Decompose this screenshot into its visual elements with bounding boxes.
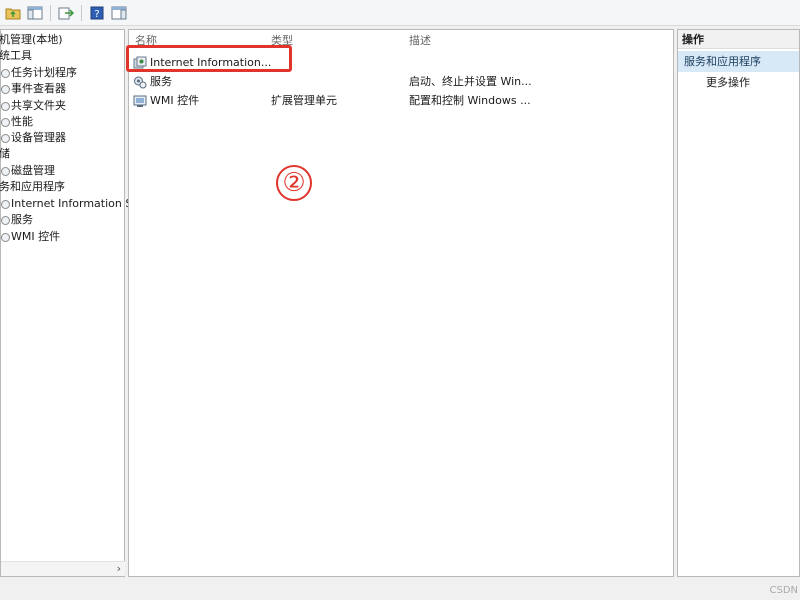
details-pane: 名称 类型 描述 Internet Information... 服务 启动、终…	[128, 29, 674, 577]
tree-item-performance[interactable]: 性能	[11, 114, 33, 130]
export-list-icon[interactable]	[57, 4, 75, 22]
tree-item-system-tools[interactable]: 统工具	[0, 48, 32, 64]
tree-item-services[interactable]: 服务	[11, 212, 33, 228]
actions-pane: 操作 服务和应用程序 更多操作	[677, 29, 800, 577]
list-row-services[interactable]: 服务 启动、终止并设置 Win...	[129, 73, 673, 91]
wmi-icon	[1, 233, 10, 242]
toolbar: ?	[0, 0, 800, 26]
show-hide-action-pane-icon[interactable]	[110, 4, 128, 22]
performance-icon	[1, 118, 10, 127]
services-icon	[134, 76, 147, 89]
console-tree-icon[interactable]	[26, 4, 44, 22]
up-folder-icon[interactable]	[4, 4, 22, 22]
wmi-icon	[133, 95, 147, 107]
row-type: 扩展管理单元	[271, 94, 337, 107]
tree-horizontal-scrollbar[interactable]: ›	[1, 561, 125, 576]
actions-title: 操作	[678, 30, 799, 49]
tree-item-event-viewer[interactable]: 事件查看器	[11, 81, 66, 97]
column-header-description[interactable]: 描述	[409, 34, 431, 48]
tree-item-iis[interactable]: Internet Information S	[11, 196, 132, 212]
toolbar-separator	[50, 4, 51, 21]
step-marker: ②	[276, 165, 312, 201]
help-icon[interactable]: ?	[88, 4, 106, 22]
tree-item-device-manager[interactable]: 设备管理器	[11, 130, 66, 146]
iis-icon	[1, 200, 10, 209]
watermark: CSDN	[769, 585, 798, 596]
toolbar-separator	[81, 4, 82, 21]
clock-icon	[1, 69, 10, 78]
list-row-wmi-control[interactable]: WMI 控件 扩展管理单元 配置和控制 Windows ...	[129, 92, 673, 110]
highlight-box	[126, 45, 292, 72]
actions-section-services-and-applications[interactable]: 服务和应用程序	[678, 51, 799, 72]
tree-item-task-scheduler[interactable]: 任务计划程序	[11, 65, 77, 81]
row-description: 启动、终止并设置 Win...	[409, 75, 532, 88]
scroll-right-icon[interactable]: ›	[117, 562, 121, 576]
svg-text:?: ?	[94, 9, 99, 20]
tree-item-computer-management[interactable]: 机管理(本地)	[0, 32, 63, 48]
event-log-icon	[1, 85, 10, 94]
shared-folder-icon	[1, 102, 10, 111]
row-name: WMI 控件	[150, 94, 200, 107]
row-description: 配置和控制 Windows ...	[409, 94, 531, 107]
tree-item-wmi-control[interactable]: WMI 控件	[11, 229, 60, 245]
tree-item-storage[interactable]: 储	[0, 146, 10, 162]
disk-icon	[1, 167, 10, 176]
console-tree: 机管理(本地) 统工具 任务计划程序 事件查看器 共享文件夹 性能 设备管理器 …	[0, 29, 132, 577]
services-icon	[1, 216, 10, 225]
more-actions-link[interactable]: 更多操作	[706, 76, 750, 90]
tree-item-shared-folders[interactable]: 共享文件夹	[11, 98, 66, 114]
tree-item-disk-management[interactable]: 磁盘管理	[11, 163, 55, 179]
tree-item-services-and-applications[interactable]: 务和应用程序	[0, 179, 65, 195]
device-manager-icon	[1, 134, 10, 143]
row-name: 服务	[150, 75, 172, 88]
